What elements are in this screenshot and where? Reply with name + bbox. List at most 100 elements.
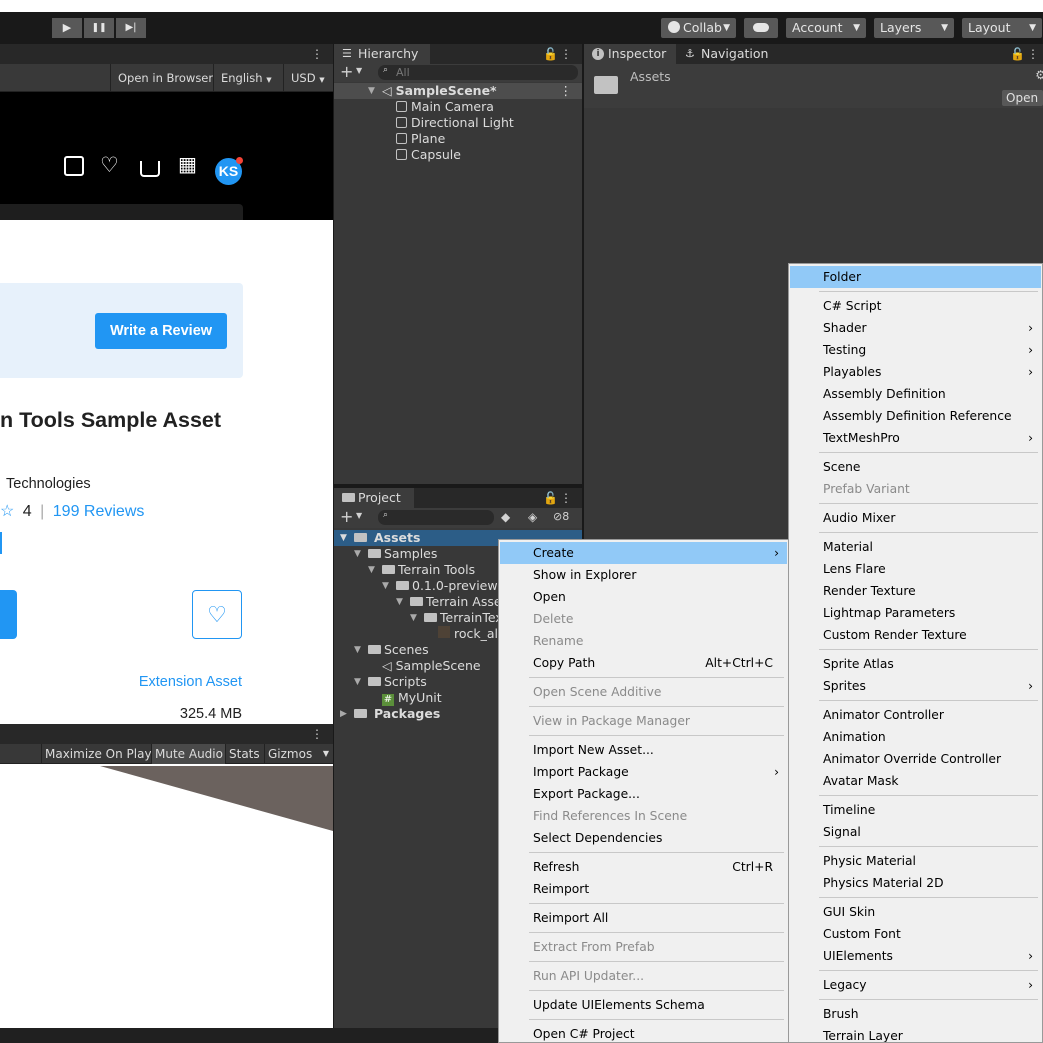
menu-item-delete[interactable]: Delete [500, 608, 787, 630]
tab-inspector[interactable]: i Inspector [584, 44, 676, 64]
hidden-packages-icon[interactable]: ⊘8 [553, 510, 569, 523]
project-tree-item[interactable]: rock_alb [334, 626, 506, 642]
menu-item-animation[interactable]: Animation [790, 726, 1041, 748]
menu-item-reimport[interactable]: Reimport [500, 878, 787, 900]
menu-item-animator-controller[interactable]: Animator Controller [790, 704, 1041, 726]
project-tree-item[interactable]: ▼ Terrain Asset [334, 594, 506, 610]
layers-dropdown[interactable]: Layers ▼ [874, 18, 954, 38]
menu-item-render-texture[interactable]: Render Texture [790, 580, 1041, 602]
step-button[interactable]: ▶| [116, 18, 146, 38]
chevron-down-icon[interactable]: ▼ [356, 66, 362, 75]
open-button[interactable]: Open [1002, 90, 1043, 106]
menu-item-export-package[interactable]: Export Package... [500, 783, 787, 805]
menu-item-testing[interactable]: Testing › [790, 339, 1041, 361]
kebab-menu-icon[interactable]: ⋮ [311, 724, 323, 744]
menu-item-custom-font[interactable]: Custom Font [790, 923, 1041, 945]
menu-item-physics-material-2d[interactable]: Physics Material 2D [790, 872, 1041, 894]
project-tree-item[interactable]: ▼ 0.1.0-preview [334, 578, 498, 594]
packages-row[interactable]: ▶ Packages [334, 706, 440, 722]
open-in-browser-button[interactable]: Open in Browser [110, 64, 213, 92]
menu-item-signal[interactable]: Signal [790, 821, 1041, 843]
currency-dropdown[interactable]: USD ▼ [283, 64, 333, 92]
add-icon[interactable]: + [340, 507, 353, 526]
play-button[interactable]: ▶ [52, 18, 82, 38]
hierarchy-search-input[interactable]: ⌕ All [378, 65, 578, 80]
menu-item-show-in-explorer[interactable]: Show in Explorer [500, 564, 787, 586]
menu-item-sprites[interactable]: Sprites › [790, 675, 1041, 697]
hierarchy-item[interactable]: Directional Light [334, 115, 514, 131]
menu-item-sprite-atlas[interactable]: Sprite Atlas [790, 653, 1041, 675]
menu-item-extract-from-prefab[interactable]: Extract From Prefab [500, 936, 787, 958]
menu-item-legacy[interactable]: Legacy › [790, 974, 1041, 996]
menu-item-brush[interactable]: Brush [790, 1003, 1041, 1025]
write-review-button[interactable]: Write a Review [95, 313, 227, 349]
kebab-menu-icon[interactable]: ⋮ [560, 44, 572, 64]
menu-item-scene[interactable]: Scene [790, 456, 1041, 478]
layout-dropdown[interactable]: Layout ▼ [962, 18, 1042, 38]
menu-item-refresh[interactable]: Refresh Ctrl+R [500, 856, 787, 878]
menu-item-playables[interactable]: Playables › [790, 361, 1041, 383]
favorite-button[interactable]: ♡ [192, 590, 242, 639]
avatar[interactable]: KS [215, 157, 243, 185]
apps-grid-icon[interactable]: ▦ [178, 152, 197, 176]
language-dropdown[interactable]: English ▼ [213, 64, 283, 92]
menu-item-run-api-updater[interactable]: Run API Updater... [500, 965, 787, 987]
menu-item-terrain-layer[interactable]: Terrain Layer [790, 1025, 1041, 1042]
menu-item-copy-path[interactable]: Copy Path Alt+Ctrl+C [500, 652, 787, 674]
add-icon[interactable]: + [340, 62, 353, 81]
menu-item-import-package[interactable]: Import Package › [500, 761, 787, 783]
reviews-link[interactable]: 199 Reviews [53, 503, 145, 520]
filter-by-type-icon[interactable]: ◆ [501, 510, 510, 524]
stats-toggle[interactable]: Stats [225, 744, 264, 764]
menu-item-import-new-asset[interactable]: Import New Asset... [500, 739, 787, 761]
menu-item-create[interactable]: Create › [500, 542, 787, 564]
menu-item-physic-material[interactable]: Physic Material [790, 850, 1041, 872]
kebab-menu-icon[interactable]: ⋮ [1027, 44, 1039, 64]
menu-item-assembly-definition[interactable]: Assembly Definition [790, 383, 1041, 405]
menu-item-rename[interactable]: Rename [500, 630, 787, 652]
lock-icon[interactable]: 🔓 [543, 488, 558, 508]
hierarchy-item[interactable]: Capsule [334, 147, 461, 163]
filter-by-label-icon[interactable]: ◈ [528, 510, 537, 524]
account-dropdown[interactable]: Account ▼ [786, 18, 866, 38]
tab-navigation[interactable]: ⚓ Navigation [679, 44, 779, 64]
menu-item-view-in-package-manager[interactable]: View in Package Manager [500, 710, 787, 732]
gizmos-dropdown[interactable]: Gizmos ▼ [264, 744, 333, 764]
collab-dropdown[interactable]: Collab ▼ [661, 18, 736, 38]
project-tree-item[interactable]: ▼ Samples [334, 546, 437, 562]
category-link[interactable]: Extension Asset [139, 674, 242, 690]
maximize-on-play-toggle[interactable]: Maximize On Play [41, 744, 152, 764]
menu-item-open-c-project[interactable]: Open C# Project [500, 1023, 787, 1042]
publisher-name[interactable]: Technologies [6, 476, 91, 492]
download-icon[interactable] [64, 156, 84, 176]
basket-icon[interactable] [140, 161, 160, 177]
add-to-cart-button[interactable] [0, 590, 17, 639]
mute-audio-toggle[interactable]: Mute Audio [151, 744, 225, 764]
menu-item-lens-flare[interactable]: Lens Flare [790, 558, 1041, 580]
menu-item-update-uielements-schema[interactable]: Update UIElements Schema [500, 994, 787, 1016]
scene-row[interactable]: ▼ ◁ SampleScene* ⋮ [334, 83, 582, 99]
project-tree-item[interactable]: ▼ Scenes [334, 642, 429, 658]
menu-item-custom-render-texture[interactable]: Custom Render Texture [790, 624, 1041, 646]
menu-item-avatar-mask[interactable]: Avatar Mask [790, 770, 1041, 792]
tab-hierarchy[interactable]: ☰ Hierarchy [334, 44, 430, 64]
project-tree-item[interactable]: ▼ Terrain Tools [334, 562, 475, 578]
menu-item-assembly-definition-reference[interactable]: Assembly Definition Reference [790, 405, 1041, 427]
menu-item-lightmap-parameters[interactable]: Lightmap Parameters [790, 602, 1041, 624]
menu-item-find-references-in-scene[interactable]: Find References In Scene [500, 805, 787, 827]
project-search-input[interactable]: ⌕ [378, 510, 494, 525]
project-tree-item[interactable]: ◁ SampleScene [334, 658, 481, 674]
menu-item-material[interactable]: Material [790, 536, 1041, 558]
heart-icon[interactable]: ♡ [100, 153, 119, 177]
menu-item-c-script[interactable]: C# Script [790, 295, 1041, 317]
settings-gear-icon[interactable]: ⚙ [1035, 68, 1043, 82]
menu-item-timeline[interactable]: Timeline [790, 799, 1041, 821]
menu-item-shader[interactable]: Shader › [790, 317, 1041, 339]
kebab-menu-icon[interactable]: ⋮ [560, 488, 572, 508]
project-tree-item[interactable]: ▼ TerrainTex [334, 610, 503, 626]
menu-item-folder[interactable]: Folder [790, 266, 1041, 288]
menu-item-gui-skin[interactable]: GUI Skin [790, 901, 1041, 923]
menu-item-open[interactable]: Open [500, 586, 787, 608]
hierarchy-item[interactable]: Plane [334, 131, 445, 147]
menu-item-prefab-variant[interactable]: Prefab Variant [790, 478, 1041, 500]
